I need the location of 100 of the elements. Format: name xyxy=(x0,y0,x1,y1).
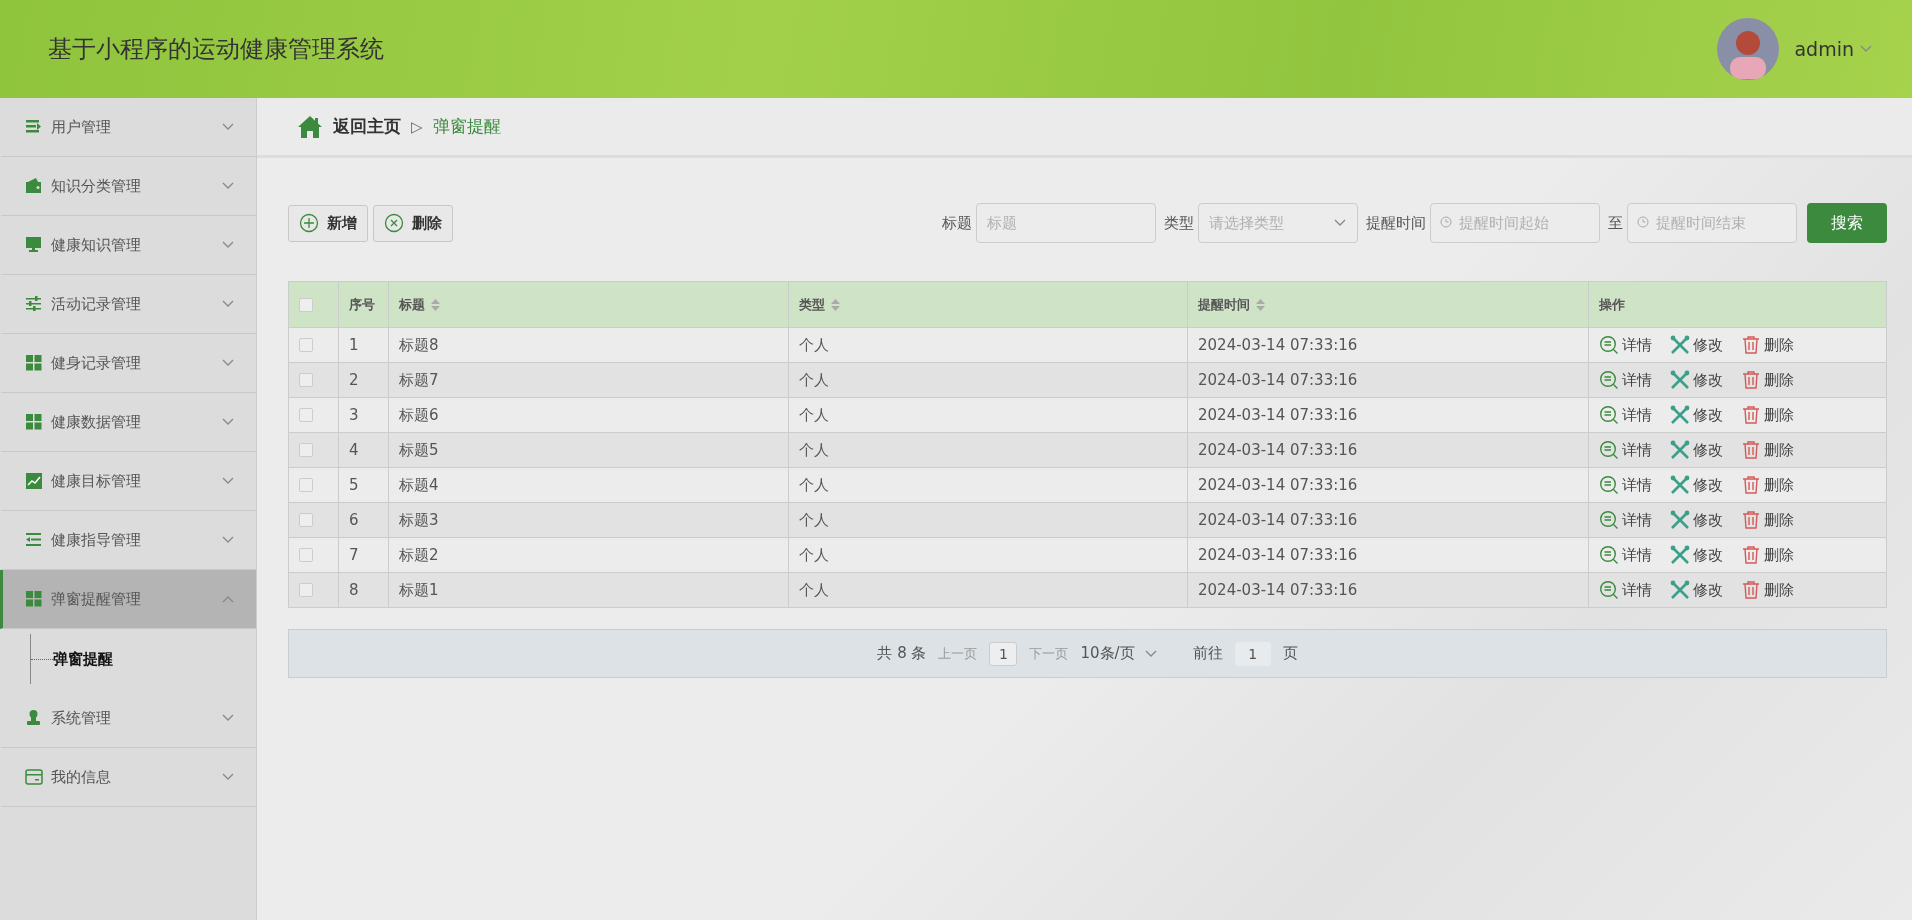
trash-icon xyxy=(1741,440,1761,460)
search-button[interactable]: 搜索 xyxy=(1807,203,1887,243)
chevron-down-icon xyxy=(222,241,234,249)
column-header: 类型 xyxy=(799,295,825,314)
home-icon[interactable] xyxy=(297,114,323,139)
sort-icon[interactable] xyxy=(1256,298,1265,311)
avatar[interactable] xyxy=(1716,17,1781,81)
grid-icon xyxy=(25,354,43,372)
trash-icon xyxy=(1741,405,1761,425)
sidebar-item[interactable]: 知识分类管理 xyxy=(0,157,256,216)
row-checkbox[interactable] xyxy=(299,478,313,492)
sidebar-item[interactable]: 用户管理 xyxy=(0,98,256,157)
detail-link[interactable]: 详情 xyxy=(1599,335,1652,355)
page-number[interactable]: 1 xyxy=(989,641,1018,666)
page-size-select[interactable]: 10条/页 xyxy=(1080,644,1157,663)
row-checkbox[interactable] xyxy=(299,513,313,527)
detail-link[interactable]: 详情 xyxy=(1599,475,1652,495)
table-cell: 1 xyxy=(349,336,359,354)
title-field[interactable]: 标题 xyxy=(976,203,1156,243)
row-checkbox[interactable] xyxy=(299,583,313,597)
list-icon xyxy=(25,118,43,136)
table-cell: 2024-03-14 07:33:16 xyxy=(1198,371,1358,389)
home-link[interactable]: 返回主页 xyxy=(333,115,401,138)
table-cell: 2024-03-14 07:33:16 xyxy=(1198,476,1358,494)
detail-link[interactable]: 详情 xyxy=(1599,370,1652,390)
sidebar-item[interactable]: 健身记录管理 xyxy=(0,334,256,393)
row-checkbox[interactable] xyxy=(299,408,313,422)
delete-link[interactable]: 删除 xyxy=(1741,580,1794,600)
delete-link[interactable]: 删除 xyxy=(1741,370,1794,390)
delete-link[interactable]: 删除 xyxy=(1741,475,1794,495)
search-list-icon xyxy=(1599,580,1619,600)
row-checkbox[interactable] xyxy=(299,548,313,562)
add-button[interactable]: 新增 xyxy=(288,204,368,242)
table-cell: 7 xyxy=(349,546,359,564)
field-label: 提醒时间 xyxy=(1366,213,1426,233)
breadcrumb-current: 弹窗提醒 xyxy=(432,115,501,138)
detail-link[interactable]: 详情 xyxy=(1599,545,1652,565)
sidebar-item[interactable]: 健康知识管理 xyxy=(0,216,256,275)
delete-link[interactable]: 删除 xyxy=(1741,440,1794,460)
delete-link[interactable]: 删除 xyxy=(1741,510,1794,530)
table-cell: 2024-03-14 07:33:16 xyxy=(1198,546,1358,564)
search-list-icon xyxy=(1599,370,1619,390)
edit-link[interactable]: 修改 xyxy=(1670,580,1723,600)
table-cell: 2024-03-14 07:33:16 xyxy=(1198,511,1358,529)
delete-link[interactable]: 删除 xyxy=(1741,405,1794,425)
column-header: 标题 xyxy=(399,295,425,314)
edit-link[interactable]: 修改 xyxy=(1670,370,1723,390)
sidebar-item[interactable]: 系统管理 xyxy=(0,689,256,748)
row-checkbox[interactable] xyxy=(299,373,313,387)
sort-icon[interactable] xyxy=(431,298,440,311)
sidebar-item[interactable]: 活动记录管理 xyxy=(0,275,256,334)
goto-label: 前往 xyxy=(1192,644,1223,663)
row-checkbox[interactable] xyxy=(299,443,313,457)
field-label: 类型 xyxy=(1164,213,1194,233)
edit-link[interactable]: 修改 xyxy=(1670,545,1723,565)
trash-icon xyxy=(1741,475,1761,495)
user-menu[interactable]: admin xyxy=(1794,38,1872,60)
edit-link[interactable]: 修改 xyxy=(1670,475,1723,495)
edit-link[interactable]: 修改 xyxy=(1670,405,1723,425)
sliders-icon xyxy=(25,295,43,313)
search-list-icon xyxy=(1599,440,1619,460)
edit-link[interactable]: 修改 xyxy=(1670,335,1723,355)
chevron-down-icon xyxy=(1860,45,1872,53)
grid-icon xyxy=(25,590,43,608)
delete-link[interactable]: 删除 xyxy=(1741,545,1794,565)
date-field[interactable]: 提醒时间结束 xyxy=(1627,203,1797,243)
table-cell: 个人 xyxy=(799,335,829,355)
table-cell: 4 xyxy=(349,441,359,459)
sidebar-item[interactable]: 健康数据管理 xyxy=(0,393,256,452)
detail-link[interactable]: 详情 xyxy=(1599,440,1652,460)
search-list-icon xyxy=(1599,545,1619,565)
sidebar-item[interactable]: 弹窗提醒管理 xyxy=(0,570,256,629)
detail-link[interactable]: 详情 xyxy=(1599,580,1652,600)
delete-button[interactable]: 删除 xyxy=(373,204,453,242)
chevron-down-icon xyxy=(222,300,234,308)
sidebar-item[interactable]: 健康目标管理 xyxy=(0,452,256,511)
row-checkbox[interactable] xyxy=(299,338,313,352)
goto-page-field[interactable]: 1 xyxy=(1234,641,1271,666)
type-select[interactable]: 请选择类型 xyxy=(1198,203,1358,243)
indent-icon xyxy=(25,531,43,549)
delete-link[interactable]: 删除 xyxy=(1741,335,1794,355)
field-label: 标题 xyxy=(942,213,972,233)
table-cell: 个人 xyxy=(799,475,829,495)
tools-icon xyxy=(1670,370,1690,390)
grid-icon xyxy=(25,413,43,431)
tools-icon xyxy=(1670,545,1690,565)
chevron-down-icon xyxy=(222,536,234,544)
detail-link[interactable]: 详情 xyxy=(1599,405,1652,425)
detail-link[interactable]: 详情 xyxy=(1599,510,1652,530)
chevron-up-icon xyxy=(222,595,234,603)
table-cell: 2024-03-14 07:33:16 xyxy=(1198,441,1358,459)
sort-icon[interactable] xyxy=(831,298,840,311)
date-field[interactable]: 提醒时间起始 xyxy=(1430,203,1600,243)
select-all-checkbox[interactable] xyxy=(299,297,313,312)
sidebar-item[interactable]: 我的信息 xyxy=(0,748,256,807)
edit-link[interactable]: 修改 xyxy=(1670,440,1723,460)
table-cell: 标题4 xyxy=(399,475,439,495)
submenu-item[interactable]: 弹窗提醒 xyxy=(53,649,113,669)
table-cell: 标题6 xyxy=(399,405,439,425)
edit-link[interactable]: 修改 xyxy=(1670,510,1723,530)
